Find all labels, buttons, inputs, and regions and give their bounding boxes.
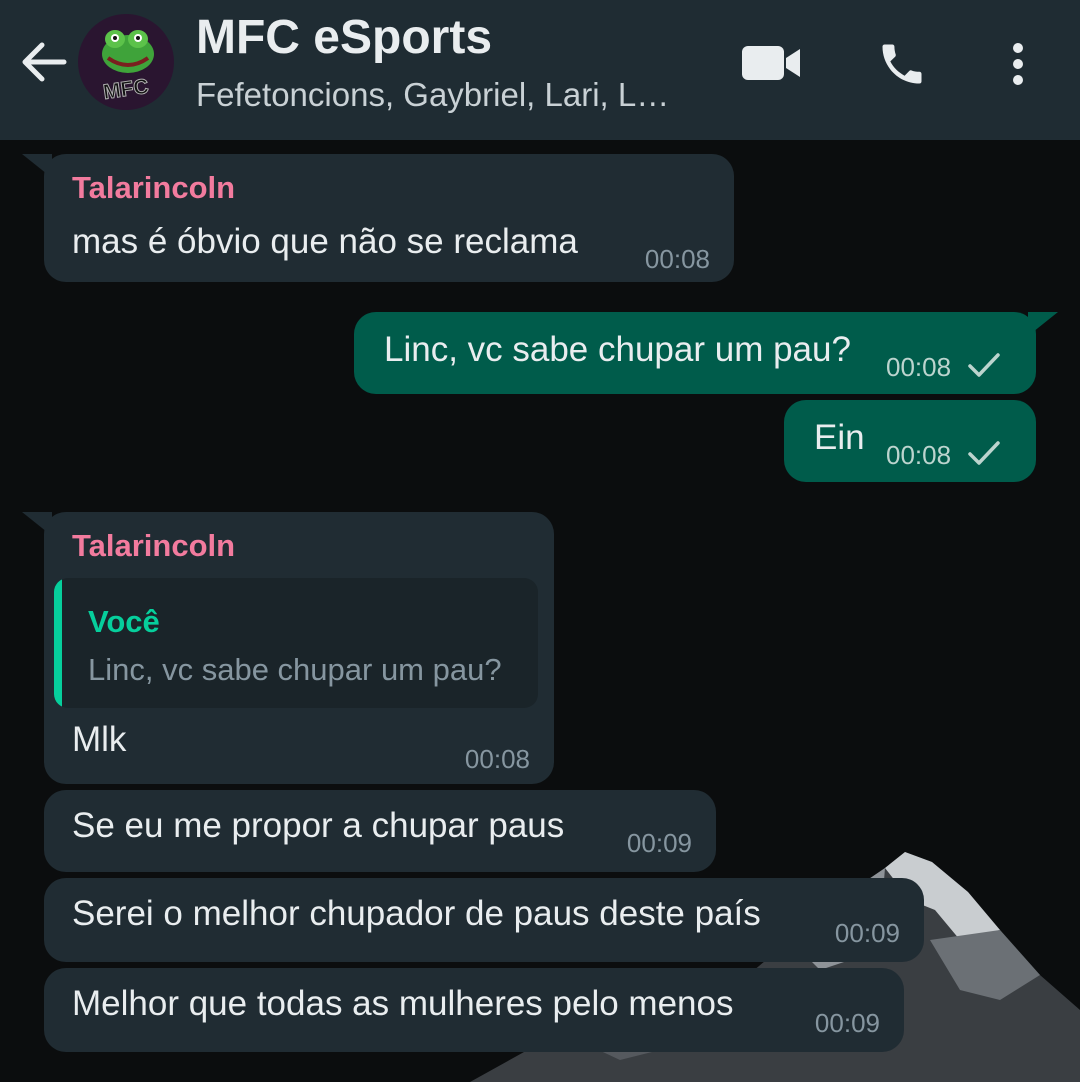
message-bubble[interactable]: Linc, vc sabe chupar um pau? 00:08 <box>354 312 1058 394</box>
sent-check-icon <box>968 441 1000 465</box>
frog-logo-icon: MFC <box>101 30 154 105</box>
message-bubble[interactable]: Talarincoln Você Linc, vc sabe chupar um… <box>22 512 554 784</box>
message-bubble[interactable]: Serei o melhor chupador de paus deste pa… <box>44 878 924 962</box>
bubble-tail-icon <box>22 512 52 536</box>
more-options-icon[interactable] <box>1002 38 1034 90</box>
quote-author: Você <box>88 604 160 639</box>
back-arrow-icon[interactable] <box>18 36 70 88</box>
message-text: Melhor que todas as mulheres pelo menos <box>72 984 734 1023</box>
quote-text: Linc, vc sabe chupar um pau? <box>88 652 502 687</box>
message-bubble[interactable]: Ein 00:08 <box>784 400 1036 482</box>
message-text: Mlk <box>72 720 127 759</box>
message-text: Se eu me propor a chupar paus <box>72 806 565 845</box>
message-bubble[interactable]: Talarincoln mas é óbvio que não se recla… <box>22 154 734 282</box>
message-text: Linc, vc sabe chupar um pau? <box>384 330 851 369</box>
message-time: 00:09 <box>626 828 692 858</box>
message-time: 00:08 <box>886 352 952 382</box>
group-avatar[interactable]: MFC <box>78 14 174 110</box>
group-members[interactable]: Fefetoncions, Gaybriel, Lari, L… <box>196 76 696 114</box>
message-text: Ein <box>814 418 865 457</box>
voice-call-icon[interactable] <box>876 38 928 90</box>
message-time: 00:09 <box>834 918 900 948</box>
svg-text:MFC: MFC <box>102 75 150 104</box>
sender-name[interactable]: Talarincoln <box>72 170 235 206</box>
message-bubble[interactable]: Melhor que todas as mulheres pelo menos … <box>44 968 904 1052</box>
message-text: mas é óbvio que não se reclama <box>72 222 578 261</box>
quote-accent-bar <box>54 578 62 708</box>
quoted-message[interactable]: Você Linc, vc sabe chupar um pau? <box>54 578 538 708</box>
video-call-icon[interactable] <box>740 42 802 84</box>
chat-title[interactable]: MFC eSports <box>196 10 492 65</box>
message-bubble[interactable]: Se eu me propor a chupar paus 00:09 <box>44 790 716 872</box>
sender-name[interactable]: Talarincoln <box>72 528 235 564</box>
message-time: 00:08 <box>644 244 710 274</box>
chat-header: MFC MFC eSports Fefetoncions, Gaybriel, … <box>0 0 1080 140</box>
sent-check-icon <box>968 353 1000 377</box>
message-list[interactable]: Talarincoln mas é óbvio que não se recla… <box>0 140 1080 1082</box>
message-time: 00:09 <box>814 1008 880 1038</box>
message-time: 00:08 <box>464 744 530 774</box>
bubble-tail-icon <box>22 154 52 178</box>
message-time: 00:08 <box>886 440 952 470</box>
message-text: Serei o melhor chupador de paus deste pa… <box>72 894 761 933</box>
bubble-tail-icon <box>1028 312 1058 336</box>
